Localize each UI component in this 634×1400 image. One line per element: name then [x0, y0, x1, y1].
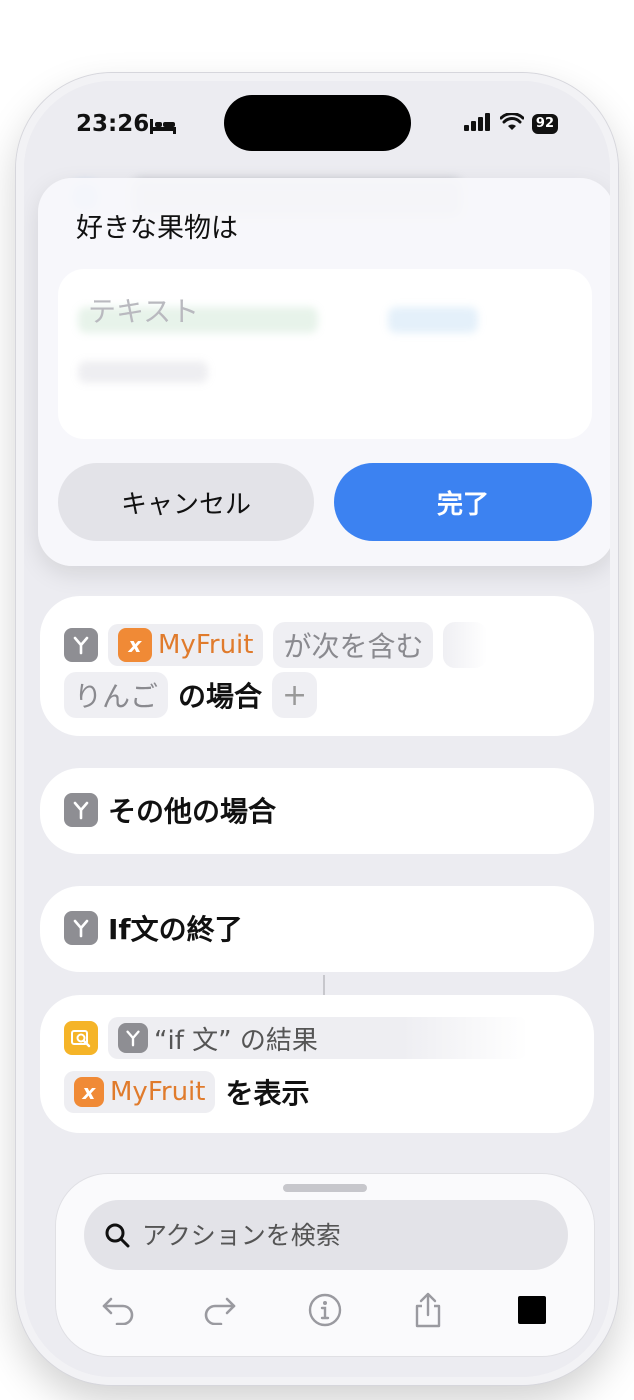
- wifi-icon: [499, 112, 525, 135]
- branch-icon: [64, 911, 98, 945]
- variable-token[interactable]: x MyFruit: [64, 1071, 216, 1113]
- variable-icon: x: [118, 628, 152, 662]
- search-bar[interactable]: [84, 1200, 568, 1270]
- alert-title: 好きな果物は: [76, 213, 238, 244]
- add-condition-button[interactable]: +: [272, 672, 318, 718]
- ghost-content: [78, 361, 208, 383]
- connector-line: [323, 975, 325, 995]
- bed-icon: [150, 117, 176, 139]
- if-result-token[interactable]: “if 文” の結果: [108, 1017, 528, 1059]
- if-result-label: “if 文” の結果: [154, 1025, 318, 1056]
- show-result-action-block[interactable]: “if 文” の結果 x MyFruit を表示: [40, 995, 594, 1133]
- status-time: 23:26: [76, 111, 150, 137]
- phone-frame: 23:26 92 好きな果物は キャンセ: [16, 73, 618, 1385]
- bottom-toolbar: [56, 1174, 594, 1356]
- alert-text-field[interactable]: [58, 269, 592, 439]
- endif-label: If文の終了: [108, 913, 243, 946]
- share-icon[interactable]: [404, 1286, 452, 1334]
- cancel-button[interactable]: キャンセル: [58, 463, 314, 541]
- alert-text-input[interactable]: [86, 287, 560, 335]
- branch-icon: [64, 628, 98, 662]
- else-action-block[interactable]: その他の場合: [40, 768, 594, 854]
- undo-icon[interactable]: [94, 1286, 142, 1334]
- variable-token[interactable]: x MyFruit: [108, 624, 264, 666]
- search-input[interactable]: [140, 1214, 564, 1256]
- screen: 23:26 92 好きな果物は キャンセ: [24, 81, 610, 1377]
- if-action-block[interactable]: x MyFruit が次を含む りんご の場合 +: [40, 596, 594, 736]
- else-label: その他の場合: [108, 795, 277, 828]
- text-input-alert: 好きな果物は キャンセル 完了: [38, 178, 610, 566]
- sheet-grabber[interactable]: [283, 1184, 367, 1192]
- if-suffix: の場合: [178, 680, 263, 713]
- status-right: 92: [463, 112, 558, 135]
- cellular-icon: [463, 113, 492, 135]
- done-button[interactable]: 完了: [334, 463, 592, 541]
- condition-selector[interactable]: が次を含む: [273, 622, 434, 668]
- dynamic-island: [224, 95, 411, 151]
- variable-name: MyFruit: [158, 630, 254, 660]
- condition-value-overflow: [443, 622, 488, 668]
- branch-icon: [118, 1023, 148, 1053]
- show-suffix: を表示: [225, 1077, 310, 1110]
- stop-icon[interactable]: [508, 1286, 556, 1334]
- endif-action-block[interactable]: If文の終了: [40, 886, 594, 972]
- variable-name: MyFruit: [110, 1077, 206, 1107]
- variable-icon: x: [74, 1077, 104, 1107]
- condition-value[interactable]: りんご: [64, 672, 169, 718]
- battery-indicator: 92: [531, 114, 558, 134]
- branch-icon: [64, 793, 98, 827]
- info-icon[interactable]: [301, 1286, 349, 1334]
- quicklook-icon: [64, 1021, 98, 1055]
- redo-icon[interactable]: [196, 1286, 244, 1334]
- search-icon: [104, 1222, 130, 1248]
